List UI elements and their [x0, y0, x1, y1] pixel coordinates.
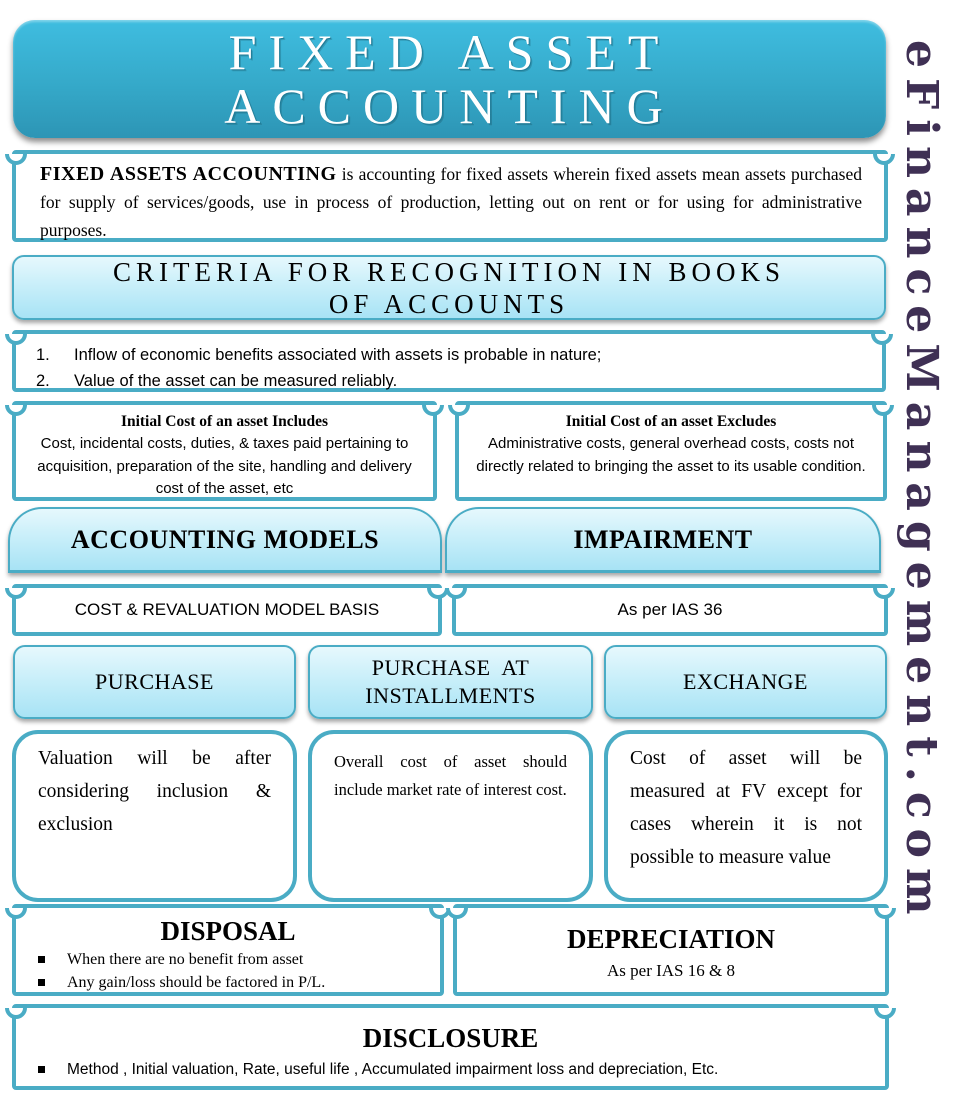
- purchase-header: PURCHASE: [13, 645, 296, 719]
- impairment-heading: IMPAIRMENT: [573, 524, 753, 554]
- title-banner: FIXED ASSET ACCOUNTING: [13, 20, 886, 138]
- disclosure-box: DISCLOSURE Method , Initial valuation, R…: [12, 1004, 889, 1090]
- definition-text: FIXED ASSETS ACCOUNTING is accounting fo…: [40, 160, 862, 244]
- disposal-bullet: When there are no benefit from asset: [36, 948, 440, 971]
- impairment-value: As per IAS 36: [617, 600, 723, 619]
- includes-body: Cost, incidental costs, duties, & taxes …: [37, 435, 412, 497]
- website-watermark: eFinanceManagement.com: [896, 40, 947, 925]
- criteria-item-number: 1.: [36, 346, 50, 364]
- purchase-body-box: Valuation will be after considering incl…: [12, 730, 297, 902]
- bullet-square-icon: [38, 979, 45, 986]
- title-line-2: ACCOUNTING: [224, 78, 675, 134]
- purchase-installments-body: Overall cost of asset should include mar…: [334, 752, 567, 799]
- purchase-installments-heading-line-1: PURCHASE AT: [371, 655, 530, 680]
- definition-term: FIXED ASSETS ACCOUNTING: [40, 163, 337, 185]
- criteria-header-line-2: OF ACCOUNTS: [328, 288, 570, 319]
- depreciation-heading: DEPRECIATION: [566, 924, 776, 954]
- criteria-list: 1. Inflow of economic benefits associate…: [12, 330, 886, 392]
- criteria-item-text: Inflow of economic benefits associated w…: [74, 346, 602, 364]
- disposal-bullet: Any gain/loss should be factored in P/L.: [36, 971, 440, 994]
- accounting-models-header: ACCOUNTING MODELS: [8, 507, 442, 573]
- disposal-box: DISPOSAL When there are no benefit from …: [12, 904, 444, 996]
- purchase-installments-heading-line-2: INSTALLMENTS: [365, 683, 536, 708]
- criteria-item: 1. Inflow of economic benefits associate…: [36, 342, 882, 368]
- disposal-bullet-text: Any gain/loss should be factored in P/L.: [67, 974, 326, 991]
- title-line-1: FIXED ASSET: [228, 24, 671, 80]
- criteria-item-text: Value of the asset can be measured relia…: [74, 372, 398, 390]
- bullet-square-icon: [38, 956, 45, 963]
- exchange-heading: EXCHANGE: [683, 669, 808, 694]
- criteria-header-line-1: CRITERIA FOR RECOGNITION IN BOOKS: [112, 256, 785, 287]
- accounting-models-value: COST & REVALUATION MODEL BASIS: [74, 600, 380, 619]
- depreciation-box: DEPRECIATION As per IAS 16 & 8: [453, 904, 889, 996]
- accounting-models-value-box: COST & REVALUATION MODEL BASIS: [12, 584, 442, 636]
- exchange-body: Cost of asset will be measured at FV exc…: [630, 748, 862, 868]
- disposal-bullet-text: When there are no benefit from asset: [67, 951, 304, 968]
- excludes-heading: Initial Cost of an asset Excludes: [565, 413, 777, 430]
- disclosure-bullet: Method , Initial valuation, Rate, useful…: [36, 1058, 885, 1081]
- disclosure-bullet-text: Method , Initial valuation, Rate, useful…: [67, 1061, 719, 1078]
- excludes-body: Administrative costs, general overhead c…: [476, 435, 866, 475]
- exchange-header: EXCHANGE: [604, 645, 887, 719]
- exchange-body-box: Cost of asset will be measured at FV exc…: [604, 730, 888, 902]
- disclosure-heading: DISCLOSURE: [362, 1023, 539, 1053]
- bullet-square-icon: [38, 1066, 45, 1073]
- accounting-models-heading: ACCOUNTING MODELS: [70, 524, 380, 554]
- purchase-installments-body-box: Overall cost of asset should include mar…: [308, 730, 593, 902]
- depreciation-value: As per IAS 16 & 8: [607, 961, 735, 980]
- initial-cost-excludes-box: Initial Cost of an asset Excludes Admini…: [455, 401, 887, 501]
- definition-box: FIXED ASSETS ACCOUNTING is accounting fo…: [12, 150, 888, 242]
- impairment-value-box: As per IAS 36: [452, 584, 888, 636]
- disposal-heading: DISPOSAL: [160, 916, 296, 946]
- initial-cost-includes-box: Initial Cost of an asset Includes Cost, …: [12, 401, 437, 501]
- criteria-item-number: 2.: [36, 372, 50, 390]
- includes-heading: Initial Cost of an asset Includes: [120, 413, 329, 430]
- purchase-body: Valuation will be after considering incl…: [38, 748, 271, 835]
- purchase-heading: PURCHASE: [95, 669, 214, 694]
- criteria-item: 2. Value of the asset can be measured re…: [36, 368, 882, 394]
- impairment-header: IMPAIRMENT: [445, 507, 881, 573]
- purchase-installments-header: PURCHASE AT INSTALLMENTS: [308, 645, 593, 719]
- criteria-header: CRITERIA FOR RECOGNITION IN BOOKS OF ACC…: [12, 255, 886, 320]
